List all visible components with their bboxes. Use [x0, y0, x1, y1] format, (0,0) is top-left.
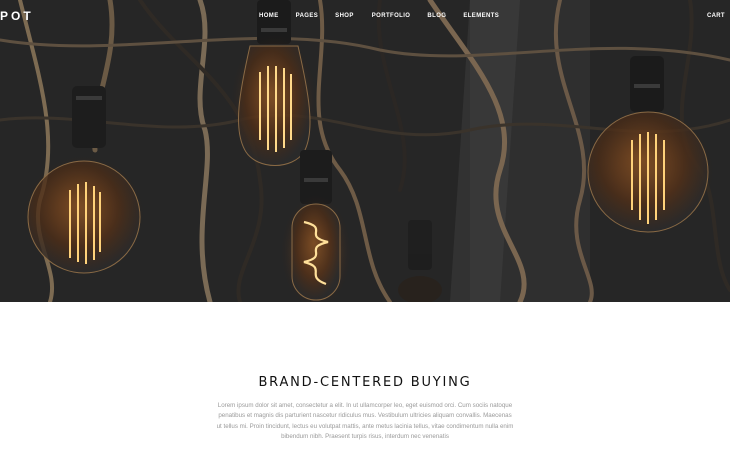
site-logo[interactable]: POT: [0, 9, 34, 23]
cart-link[interactable]: CART (5: [707, 12, 730, 21]
hero-image: [0, 0, 730, 302]
nav-item-shop[interactable]: SHOP: [335, 12, 354, 21]
top-navigation-bar: POT HOME PAGES SHOP PORTFOLIO BLOG ELEME…: [0, 0, 730, 34]
nav-item-blog[interactable]: BLOG: [427, 12, 446, 21]
nav-item-pages[interactable]: PAGES: [296, 12, 319, 21]
hero-banner: POT HOME PAGES SHOP PORTFOLIO BLOG ELEME…: [0, 0, 730, 302]
main-nav: HOME PAGES SHOP PORTFOLIO BLOG ELEMENTS: [259, 12, 499, 21]
nav-item-elements[interactable]: ELEMENTS: [463, 12, 499, 21]
nav-item-home[interactable]: HOME: [259, 12, 279, 21]
nav-item-portfolio[interactable]: PORTFOLIO: [372, 12, 411, 21]
section-body-text: Lorem ipsum dolor sit amet, consectetur …: [216, 402, 514, 441]
cart-label: CART: [707, 13, 725, 19]
section-title: BRAND-CENTERED BUYING: [258, 375, 472, 390]
